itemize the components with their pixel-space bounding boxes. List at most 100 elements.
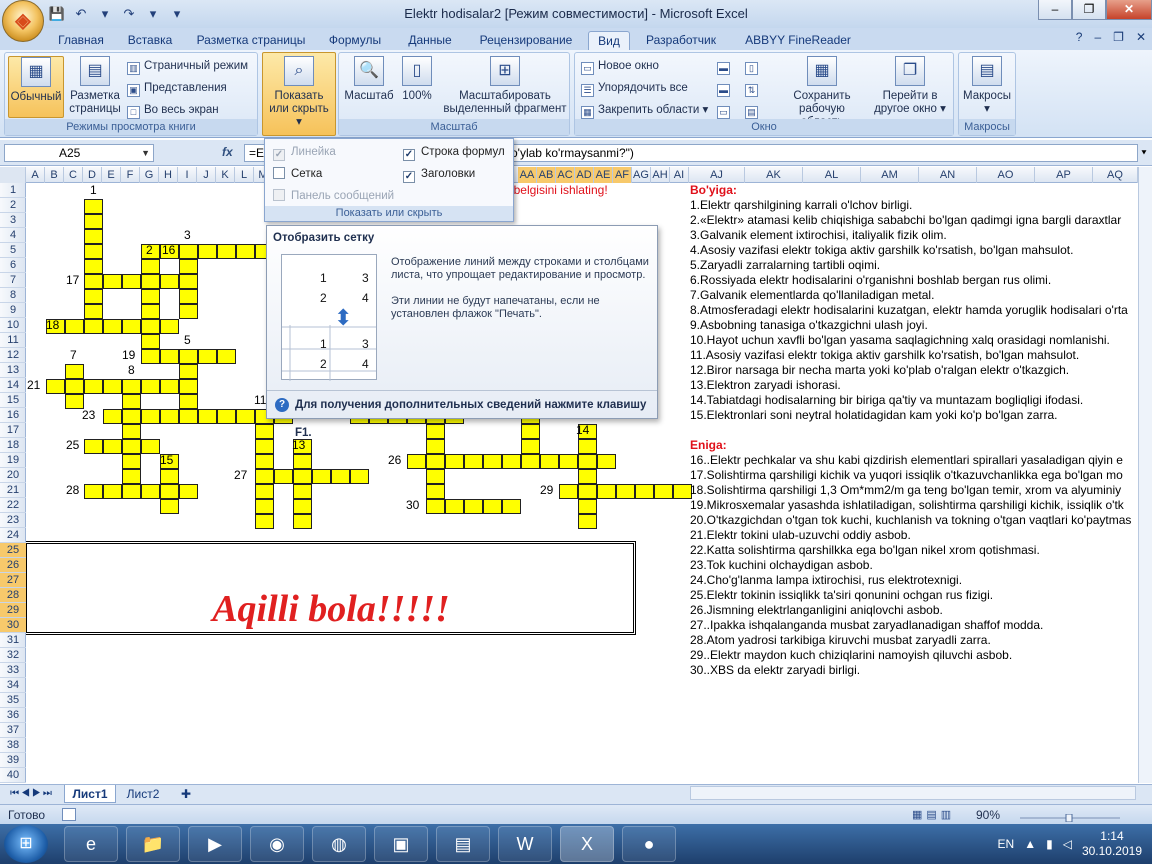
zoom-slider[interactable] <box>1020 811 1120 823</box>
zoom-to-selection-button[interactable]: ⊞ Масштабировать выделенный фрагмент <box>443 56 567 116</box>
col-header[interactable]: L <box>235 167 254 183</box>
row-header[interactable]: 25 <box>0 543 26 558</box>
col-header[interactable]: AQ <box>1093 167 1138 183</box>
row-header[interactable]: 24 <box>0 528 26 543</box>
tab-home[interactable]: Главная <box>52 31 110 50</box>
custom-views-button[interactable]: ▣ Представления <box>127 79 227 97</box>
gridlines-checkbox[interactable]: Сетка <box>273 167 322 181</box>
crossword-cell[interactable] <box>217 349 236 364</box>
crossword-cell[interactable] <box>578 499 597 514</box>
crossword-cell[interactable] <box>179 409 198 424</box>
crossword-cell[interactable] <box>255 424 274 439</box>
banner-box[interactable]: Aqilli bola!!!!! <box>26 541 636 635</box>
crossword-cell[interactable] <box>179 349 198 364</box>
crossword-cell[interactable] <box>160 349 179 364</box>
row-header[interactable]: 38 <box>0 738 26 753</box>
crossword-cell[interactable] <box>65 379 84 394</box>
crossword-cell[interactable] <box>217 244 236 259</box>
crossword-cell[interactable] <box>122 484 141 499</box>
col-header[interactable]: AC <box>556 167 575 183</box>
ie-icon[interactable]: e <box>64 826 118 862</box>
crossword-cell[interactable] <box>293 514 312 529</box>
crossword-cell[interactable] <box>521 439 540 454</box>
col-header[interactable]: AN <box>919 167 977 183</box>
row-header[interactable]: 9 <box>0 303 26 318</box>
maximize-button[interactable]: ❐ <box>1072 0 1106 20</box>
clock[interactable]: 1:14 30.10.2019 <box>1082 829 1142 859</box>
crossword-cell[interactable] <box>160 319 179 334</box>
col-header[interactable]: AE <box>594 167 613 183</box>
sheet-nav-arrows-icon[interactable]: ⏮◀▶⏭ <box>4 785 60 803</box>
crossword-cell[interactable] <box>179 379 198 394</box>
crossword-cell[interactable] <box>122 394 141 409</box>
row-header[interactable]: 28 <box>0 588 26 603</box>
crossword-cell[interactable] <box>578 439 597 454</box>
media-icon[interactable]: ▶ <box>188 826 242 862</box>
col-header[interactable]: D <box>83 167 102 183</box>
crossword-cell[interactable] <box>255 454 274 469</box>
zoom-100-button[interactable]: ▯ 100% <box>397 56 437 103</box>
sync-scroll-button[interactable]: ⇅ <box>745 79 762 97</box>
crossword-cell[interactable] <box>141 304 160 319</box>
crossword-cell[interactable] <box>407 454 426 469</box>
sheet-tab-1[interactable]: Лист1 <box>64 785 116 803</box>
macro-record-icon[interactable] <box>62 808 76 821</box>
hide-window-button[interactable]: ▬ <box>717 79 734 97</box>
row-header[interactable]: 30 <box>0 618 26 633</box>
crossword-cell[interactable] <box>103 409 122 424</box>
crossword-cell[interactable] <box>84 274 103 289</box>
crossword-cell[interactable] <box>483 499 502 514</box>
crossword-cell[interactable] <box>616 484 635 499</box>
col-header[interactable]: AB <box>537 167 556 183</box>
row-header[interactable]: 16 <box>0 408 26 423</box>
start-button[interactable]: ⊞ <box>4 825 48 863</box>
crossword-cell[interactable] <box>597 454 616 469</box>
crossword-cell[interactable] <box>217 409 236 424</box>
crossword-cell[interactable] <box>84 379 103 394</box>
insert-function-icon[interactable]: fx <box>222 145 233 159</box>
zoom-level[interactable]: 90% <box>976 808 1000 822</box>
crossword-cell[interactable] <box>103 319 122 334</box>
new-window-button[interactable]: ▭ Новое окно <box>581 57 659 75</box>
row-header[interactable]: 18 <box>0 438 26 453</box>
row-header[interactable]: 8 <box>0 288 26 303</box>
col-header[interactable]: J <box>197 167 216 183</box>
crossword-cell[interactable] <box>179 394 198 409</box>
crossword-cell[interactable] <box>179 274 198 289</box>
crossword-cell[interactable] <box>160 499 179 514</box>
row-header[interactable]: 34 <box>0 678 26 693</box>
col-header[interactable]: AJ <box>689 167 745 183</box>
chrome-icon[interactable]: ◉ <box>250 826 304 862</box>
crossword-cell[interactable] <box>103 484 122 499</box>
crossword-cell[interactable] <box>502 499 521 514</box>
row-header[interactable]: 4 <box>0 228 26 243</box>
col-header[interactable]: AL <box>803 167 861 183</box>
crossword-cell[interactable] <box>255 499 274 514</box>
crossword-cell[interactable] <box>122 439 141 454</box>
crossword-cell[interactable] <box>274 469 293 484</box>
crossword-cell[interactable] <box>160 274 179 289</box>
row-header[interactable]: 2 <box>0 198 26 213</box>
crossword-cell[interactable] <box>559 484 578 499</box>
crossword-cell[interactable] <box>141 484 160 499</box>
col-header[interactable]: G <box>140 167 159 183</box>
crossword-cell[interactable] <box>255 439 274 454</box>
crossword-cell[interactable] <box>293 469 312 484</box>
crossword-cell[interactable] <box>312 469 331 484</box>
col-header[interactable]: E <box>102 167 121 183</box>
page-break-view-button[interactable]: ▥ Страничный режим <box>127 57 248 75</box>
crossword-cell[interactable] <box>141 259 160 274</box>
tab-abbyy[interactable]: ABBYY FineReader 11 <box>738 31 858 66</box>
crossword-cell[interactable] <box>179 484 198 499</box>
crossword-cell[interactable] <box>46 379 65 394</box>
row-header[interactable]: 14 <box>0 378 26 393</box>
excel-icon[interactable]: X <box>560 826 614 862</box>
row-header[interactable]: 15 <box>0 393 26 408</box>
office-button[interactable]: ◈ <box>2 0 44 42</box>
crossword-cell[interactable] <box>198 409 217 424</box>
crossword-cell[interactable] <box>483 454 502 469</box>
row-header[interactable]: 32 <box>0 648 26 663</box>
col-header[interactable]: AD <box>575 167 594 183</box>
ruler-checkbox[interactable]: ✓ Линейка <box>273 145 336 161</box>
col-header[interactable]: AG <box>632 167 651 183</box>
